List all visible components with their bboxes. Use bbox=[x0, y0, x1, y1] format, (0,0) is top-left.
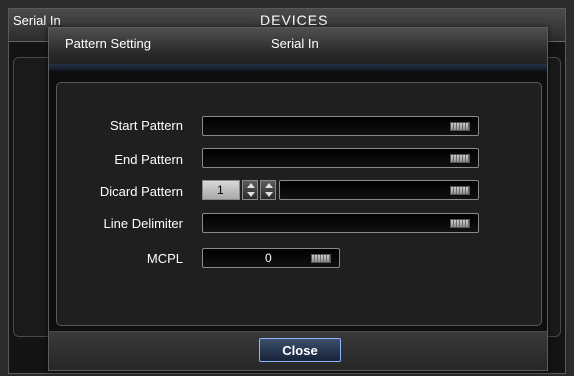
keyboard-icon[interactable] bbox=[450, 219, 470, 228]
mcpl-input[interactable]: 0 bbox=[202, 248, 340, 268]
dicard-count-spinner[interactable] bbox=[242, 180, 258, 200]
keyboard-icon[interactable] bbox=[450, 186, 470, 195]
keyboard-icon[interactable] bbox=[450, 154, 470, 163]
dicard-count-value: 1 bbox=[217, 183, 224, 197]
close-button[interactable]: Close bbox=[259, 338, 341, 362]
mcpl-value: 0 bbox=[265, 251, 272, 265]
devices-title: DEVICES bbox=[260, 12, 329, 28]
keyboard-icon[interactable] bbox=[450, 122, 470, 131]
spin-down-icon[interactable] bbox=[265, 192, 273, 197]
start-pattern-input[interactable] bbox=[202, 116, 479, 136]
spin-down-icon[interactable] bbox=[247, 192, 255, 197]
pattern-setting-dialog: Pattern Setting Serial In Start Pattern … bbox=[48, 27, 548, 371]
line-delimiter-input[interactable] bbox=[202, 213, 479, 233]
dialog-title-bar: Pattern Setting Serial In bbox=[49, 28, 547, 65]
dicard-count-field[interactable]: 1 bbox=[202, 180, 240, 200]
dialog-title: Pattern Setting bbox=[65, 36, 151, 51]
mcpl-label: MCPL bbox=[146, 251, 183, 266]
spin-up-icon[interactable] bbox=[247, 183, 255, 188]
dicard-pattern-label: Dicard Pattern bbox=[99, 184, 183, 199]
devices-left-label: Serial In bbox=[13, 13, 61, 28]
dialog-subtitle: Serial In bbox=[271, 36, 319, 51]
end-pattern-label: End Pattern bbox=[114, 152, 183, 167]
spin-up-icon[interactable] bbox=[265, 183, 273, 188]
start-pattern-label: Start Pattern bbox=[110, 118, 183, 133]
dicard-pattern-input[interactable] bbox=[279, 180, 479, 200]
keyboard-icon[interactable] bbox=[311, 254, 331, 263]
end-pattern-input[interactable] bbox=[202, 148, 479, 168]
dialog-accent-bar bbox=[49, 64, 547, 71]
dicard-count-stepper[interactable] bbox=[260, 180, 276, 200]
line-delimiter-label: Line Delimiter bbox=[103, 216, 183, 231]
